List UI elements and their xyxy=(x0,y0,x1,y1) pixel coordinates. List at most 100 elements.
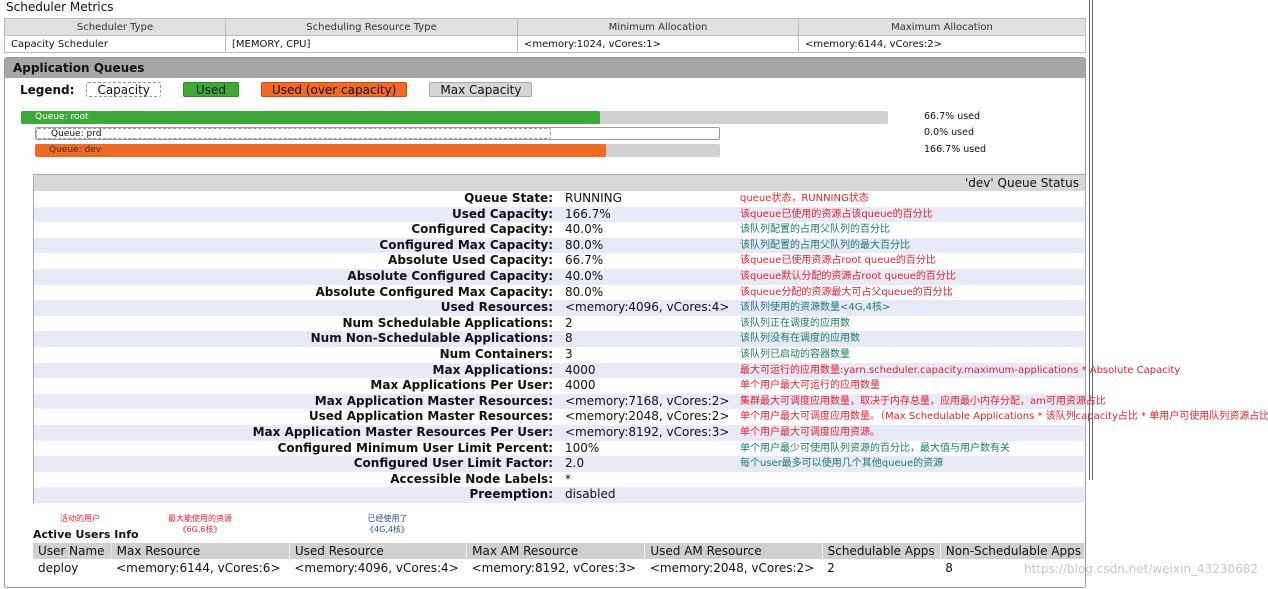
queue-root-label: Queue: root xyxy=(21,111,600,124)
status-annotation: 该queue默认分配的资源占root queue的百分比 xyxy=(740,270,956,282)
status-label: Max Application Master Resources Per Use… xyxy=(252,424,553,439)
column-header: Non-Schedulable Apps xyxy=(940,543,1086,559)
status-value: 166.7% xyxy=(565,206,611,221)
scheduler-metrics-table: Scheduler Type Scheduling Resource Type Mi… xyxy=(4,18,1086,53)
divider xyxy=(1089,0,1093,480)
status-label: Absolute Used Capacity: xyxy=(388,253,553,268)
status-label: Num Non-Schedulable Applications: xyxy=(310,331,553,346)
status-label: Accessible Node Labels: xyxy=(390,471,553,486)
status-value: 80.0% xyxy=(565,284,604,299)
status-value: 66.7% xyxy=(565,253,604,268)
status-annotation: 最大可运行的应用数量:yarn.scheduler.capacity.maxim… xyxy=(740,364,1181,376)
status-row: Configured Capacity: 40.0% 该队列配置的占用父队列的百分比 xyxy=(34,222,1085,238)
status-annotation: 该queue已使用资源占root queue的百分比 xyxy=(740,255,936,267)
status-row: Max Application Master Resources: <memory… xyxy=(34,393,1106,410)
status-value: <memory:8192, vCores:3> xyxy=(565,424,730,439)
status-label: Queue State: xyxy=(464,191,553,205)
cell: [MEMORY, CPU] xyxy=(225,35,518,53)
status-row: Configured Minimum User Limit Percent: 10… xyxy=(34,441,1085,457)
status-value: * xyxy=(565,471,571,486)
status-row: Accessible Node Labels: * xyxy=(34,472,1085,488)
status-value: 40.0% xyxy=(565,222,604,237)
status-value: RUNNING xyxy=(565,191,622,205)
user-cell: <memory:8192, vCores:3> xyxy=(471,560,636,575)
queue-dev-pct: 166.7% used xyxy=(924,144,987,155)
status-label: Used Application Master Resources: xyxy=(308,409,553,424)
status-annotation: 该队列没有在调度的应用数 xyxy=(740,333,860,345)
status-row: Queue State: RUNNING queue状态，RUNNING状态 xyxy=(34,191,1085,207)
legend-capacity: Capacity xyxy=(86,82,161,97)
status-value: 40.0% xyxy=(565,268,604,283)
scheduler-metrics-title: Scheduler Metrics xyxy=(6,0,114,14)
header-min-allocation: Minimum Allocation xyxy=(517,18,799,36)
queue-dev-bar[interactable]: Queue: dev xyxy=(35,144,720,157)
status-row: Configured Max Capacity: 80.0% 该队列配置的占用父队列… xyxy=(34,237,1085,254)
column-header: Used Resource xyxy=(289,543,468,559)
status-row: Absolute Used Capacity: 66.7% 该queue已使用资源占… xyxy=(34,253,1085,269)
status-annotation: 该队列已启动的容器数量 xyxy=(740,348,850,360)
queue-prd-label: Queue: prd xyxy=(36,128,551,139)
status-annotation: 该队列使用的资源数量<4G,4核> xyxy=(740,302,891,314)
status-value: 2 xyxy=(565,315,573,330)
status-annotation: 该queue已使用的资源占该queue的百分比 xyxy=(740,208,933,220)
status-label: Used Resources: xyxy=(440,300,553,315)
status-value: 4000 xyxy=(565,362,596,377)
column-header: Used AM Resource xyxy=(644,543,823,559)
status-annotation: 每个user最多可以使用几个其他queue的资源 xyxy=(740,458,944,470)
status-label: Configured User Limit Factor: xyxy=(353,456,553,471)
legend-over-capacity: Used (over capacity) xyxy=(260,82,408,97)
status-row: Used Application Master Resources: <memor… xyxy=(34,409,1268,425)
cell: Capacity Scheduler xyxy=(4,35,226,53)
queue-status-title: 'dev' Queue Status xyxy=(34,175,1085,191)
status-value: 2.0 xyxy=(565,456,585,471)
status-row: Num Non-Schedulable Applications: 8 该队列没有在… xyxy=(34,331,1085,347)
user-cell: <memory:6144, vCores:6> xyxy=(116,560,281,575)
status-label: Num Schedulable Applications: xyxy=(342,315,553,330)
status-value: <memory:4096, vCores:4> xyxy=(565,300,730,315)
column-header: Schedulable Apps xyxy=(822,543,941,559)
user-cell: deploy xyxy=(38,560,79,575)
queue-root-pct: 66.7% used xyxy=(924,111,981,122)
status-label: Max Applications Per User: xyxy=(370,378,553,393)
status-annotation: 单个用户最大可调度应用数量。（Max Schedulable Applicati… xyxy=(740,411,1268,423)
status-annotation: 该队列配置的占用父队列的最大百分比 xyxy=(740,239,910,251)
queue-status-panel: 'dev' Queue Status Queue State: RUNNING qu… xyxy=(33,174,1268,503)
status-annotation: 集群最大可调度应用数量，取决于内存总量，应用最小内存分配，am可用资源占比 xyxy=(740,395,1106,407)
column-header: User Name xyxy=(33,543,112,559)
active-users-table: User Name Max Resource Used Resource Max AM… xyxy=(33,543,1086,576)
queue-dev-label: Queue: dev xyxy=(35,144,606,157)
header-max-allocation: Maximum Allocation xyxy=(798,18,1086,36)
status-label: Preemption: xyxy=(469,487,553,502)
status-row: Configured User Limit Factor: 2.0 每个user最多… xyxy=(34,456,1085,472)
status-row: Used Capacity: 166.7% 该queue已使用的资源占该queue的… xyxy=(34,206,1085,223)
status-row: Used Resources: <memory:4096, vCores:4> 该队… xyxy=(34,300,1085,316)
status-row: Max Application Master Resources Per Use… xyxy=(34,424,1085,441)
legend-max-capacity: Max Capacity xyxy=(429,82,533,97)
status-label: Used Capacity: xyxy=(452,206,553,221)
status-annotation: 单个用户最大可调度应用资源。 xyxy=(740,426,880,438)
status-row: Max Applications: 4000 最大可运行的应用数量:yarn.sch… xyxy=(34,362,1180,379)
queue-root-bar[interactable]: Queue: root xyxy=(21,111,888,124)
cell: <memory:1024, vCores:1> xyxy=(517,35,799,53)
user-cell: 2 xyxy=(827,560,835,575)
user-cell: <memory:4096, vCores:4> xyxy=(294,560,459,575)
status-row: Absolute Configured Max Capacity: 80.0% 该q… xyxy=(34,285,1085,301)
status-value: disabled xyxy=(565,487,616,502)
status-value: 4000 xyxy=(565,378,596,393)
annotation-used-resource: 已经使用了 《4G,4核》 xyxy=(366,514,409,534)
status-value: 3 xyxy=(565,346,573,361)
status-label: Max Applications: xyxy=(432,362,553,377)
status-annotation: queue状态，RUNNING状态 xyxy=(740,193,869,204)
user-cell: <memory:2048, vCores:2> xyxy=(649,560,815,575)
legend: Legend: Capacity Used Used (over capacit… xyxy=(20,82,533,97)
status-row: Absolute Configured Capacity: 40.0% 该queue… xyxy=(34,268,1085,285)
legend-used: Used xyxy=(182,82,239,97)
status-value: 80.0% xyxy=(565,237,604,252)
annotation-max-resource: 最大能使用的资源 《6G,6核》 xyxy=(168,514,232,534)
status-value: <memory:2048, vCores:2> xyxy=(565,409,730,424)
status-annotation: 单个用户最少可使用队列资源的百分比，最大值与用户数有关 xyxy=(740,442,1010,454)
status-row: Num Schedulable Applications: 2 该队列正在调度的应用… xyxy=(34,316,1085,332)
queue-prd-bar[interactable]: Queue: prd xyxy=(35,127,720,140)
queue-prd-pct: 0.0% used xyxy=(924,127,975,138)
status-value: <memory:7168, vCores:2> xyxy=(565,393,730,408)
